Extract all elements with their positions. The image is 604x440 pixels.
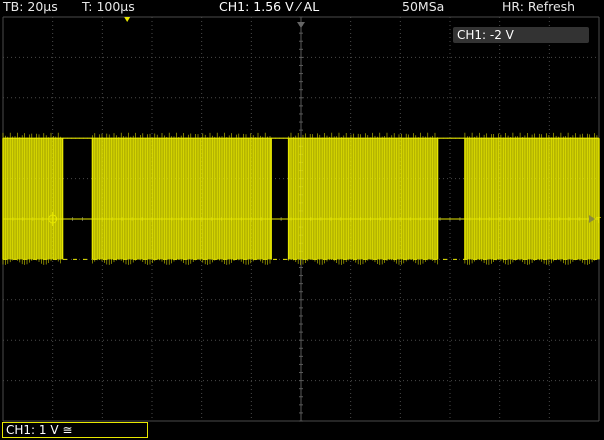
burst-fill <box>92 138 272 260</box>
ch1-trace <box>2 132 600 265</box>
burst-block <box>91 132 272 265</box>
ch1-offset-text: CH1: -2 V <box>457 28 514 42</box>
burst-block <box>464 132 600 265</box>
ch1-offset-label[interactable]: CH1: -2 V <box>453 27 589 43</box>
burst-block <box>287 132 439 265</box>
ch1-scale-box[interactable]: CH1: 1 V ≅ <box>2 422 148 438</box>
scope-display[interactable]: T <box>0 0 604 440</box>
ch1-scale-text: CH1: 1 V ≅ <box>6 423 73 437</box>
trigger-level-t-glyph: T <box>595 216 601 225</box>
center-marker-icon <box>297 22 305 28</box>
burst-block <box>2 132 64 265</box>
down-triangle-icon[interactable] <box>124 17 131 22</box>
